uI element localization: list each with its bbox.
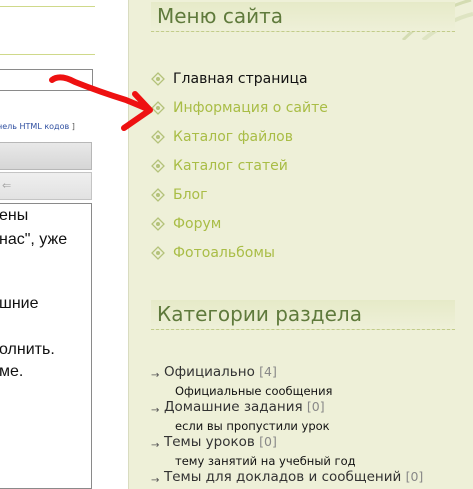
menu-link-photos[interactable]: Фотоальбомы bbox=[173, 245, 275, 261]
arrow-right-icon: → bbox=[151, 370, 160, 381]
category-description: Официальные сообщения bbox=[175, 384, 333, 398]
category-link[interactable]: Официально [4] bbox=[164, 364, 277, 380]
diamond-bullet-icon bbox=[151, 100, 165, 115]
menu-item-forum[interactable]: Форум bbox=[151, 209, 451, 238]
arrow-right-icon: → bbox=[151, 440, 160, 451]
category-count: [4] bbox=[259, 364, 277, 379]
category-item: → Темы уроков [0] тему занятий на учебны… bbox=[151, 434, 461, 469]
arrow-right-icon: → bbox=[151, 405, 160, 416]
category-item: → Домашние задания [0] если вы пропустил… bbox=[151, 399, 461, 434]
menu-block-title: Меню сайта bbox=[151, 2, 455, 32]
category-item: → Темы для докладов и сообщений [0] bbox=[151, 469, 461, 489]
categories-block-title: Категории раздела bbox=[151, 300, 455, 330]
menu-link-forum[interactable]: Форум bbox=[173, 216, 221, 232]
category-count: [0] bbox=[259, 434, 277, 449]
bracket: ] bbox=[69, 122, 75, 131]
category-link[interactable]: Темы уроков [0] bbox=[164, 434, 277, 450]
diamond-bullet-icon bbox=[151, 187, 165, 202]
category-name[interactable]: Домашние задания bbox=[164, 399, 303, 415]
category-list: → Официально [4] Официальные сообщения →… bbox=[151, 364, 461, 489]
divider bbox=[0, 6, 95, 7]
diamond-bullet-icon bbox=[151, 129, 165, 144]
undo-icon[interactable]: ⇐ bbox=[2, 179, 11, 192]
menu-item-about[interactable]: Информация о сайте bbox=[151, 93, 451, 122]
category-count: [0] bbox=[405, 469, 424, 484]
textarea-line: ены bbox=[0, 207, 29, 224]
category-description: если вы пропустили урок bbox=[175, 419, 330, 433]
category-description: тему занятий на учебный год bbox=[175, 454, 356, 468]
category-name[interactable]: Темы уроков bbox=[164, 434, 255, 450]
menu-link-about[interactable]: Информация о сайте bbox=[173, 100, 328, 116]
textarea-line: шние bbox=[0, 295, 39, 312]
textarea-line: нас", уже bbox=[0, 231, 68, 248]
textarea-line: олнить. bbox=[0, 341, 55, 358]
title-input[interactable] bbox=[0, 69, 93, 91]
menu-item-home[interactable]: Главная страница bbox=[151, 64, 451, 93]
arrow-right-icon: → bbox=[151, 475, 160, 486]
diamond-bullet-icon bbox=[151, 245, 165, 260]
diamond-bullet-icon bbox=[151, 71, 165, 86]
category-name[interactable]: Официально bbox=[164, 364, 255, 380]
category-link[interactable]: Темы для докладов и сообщений [0] bbox=[164, 469, 423, 485]
menu-link-files[interactable]: Каталог файлов bbox=[173, 129, 293, 145]
site-menu: Главная страница Информация о сайте Ката… bbox=[151, 64, 451, 267]
html-codes-label[interactable]: нель HTML кодов bbox=[0, 122, 69, 131]
sidebar: Меню сайта Главная страница Информация о… bbox=[128, 0, 473, 489]
html-codes-panel-link[interactable]: нель HTML кодов ] bbox=[0, 122, 75, 131]
menu-link-blog[interactable]: Блог bbox=[173, 187, 207, 203]
menu-link-articles[interactable]: Каталог статей bbox=[173, 158, 288, 174]
editor-toolbar-secondary[interactable]: ⇐ bbox=[0, 172, 92, 200]
menu-item-articles[interactable]: Каталог статей bbox=[151, 151, 451, 180]
menu-item-photos[interactable]: Фотоальбомы bbox=[151, 238, 451, 267]
category-link[interactable]: Домашние задания [0] bbox=[164, 399, 325, 415]
diamond-bullet-icon bbox=[151, 216, 165, 231]
textarea-line: ме. bbox=[0, 363, 24, 380]
divider bbox=[0, 54, 95, 55]
menu-item-files[interactable]: Каталог файлов bbox=[151, 122, 451, 151]
editor-toolbar[interactable] bbox=[0, 142, 92, 170]
message-textarea[interactable]: ены нас", уже шние олнить. ме. bbox=[0, 203, 92, 489]
diamond-bullet-icon bbox=[151, 158, 165, 173]
category-count: [0] bbox=[306, 399, 325, 414]
category-name[interactable]: Темы для докладов и сообщений bbox=[164, 469, 401, 485]
category-item: → Официально [4] Официальные сообщения bbox=[151, 364, 461, 399]
menu-item-blog[interactable]: Блог bbox=[151, 180, 451, 209]
content-column: нель HTML кодов ] ⇐ ены нас", уже шние о… bbox=[0, 0, 128, 489]
menu-link-home[interactable]: Главная страница bbox=[173, 71, 308, 87]
